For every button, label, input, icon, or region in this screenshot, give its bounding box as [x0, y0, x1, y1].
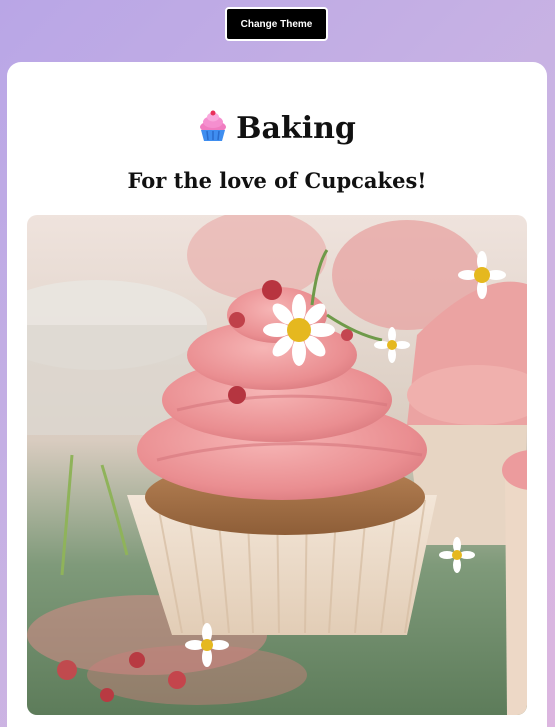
title-row: Baking	[7, 110, 547, 146]
page-subtitle: For the love of Cupcakes!	[127, 168, 427, 193]
cupcake-photo	[27, 215, 527, 715]
change-theme-button[interactable]: Change Theme	[225, 7, 328, 41]
content-card: Baking For the love of Cupcakes!	[7, 62, 547, 727]
page-title: Baking	[236, 110, 356, 146]
cupcake-icon	[198, 110, 228, 146]
